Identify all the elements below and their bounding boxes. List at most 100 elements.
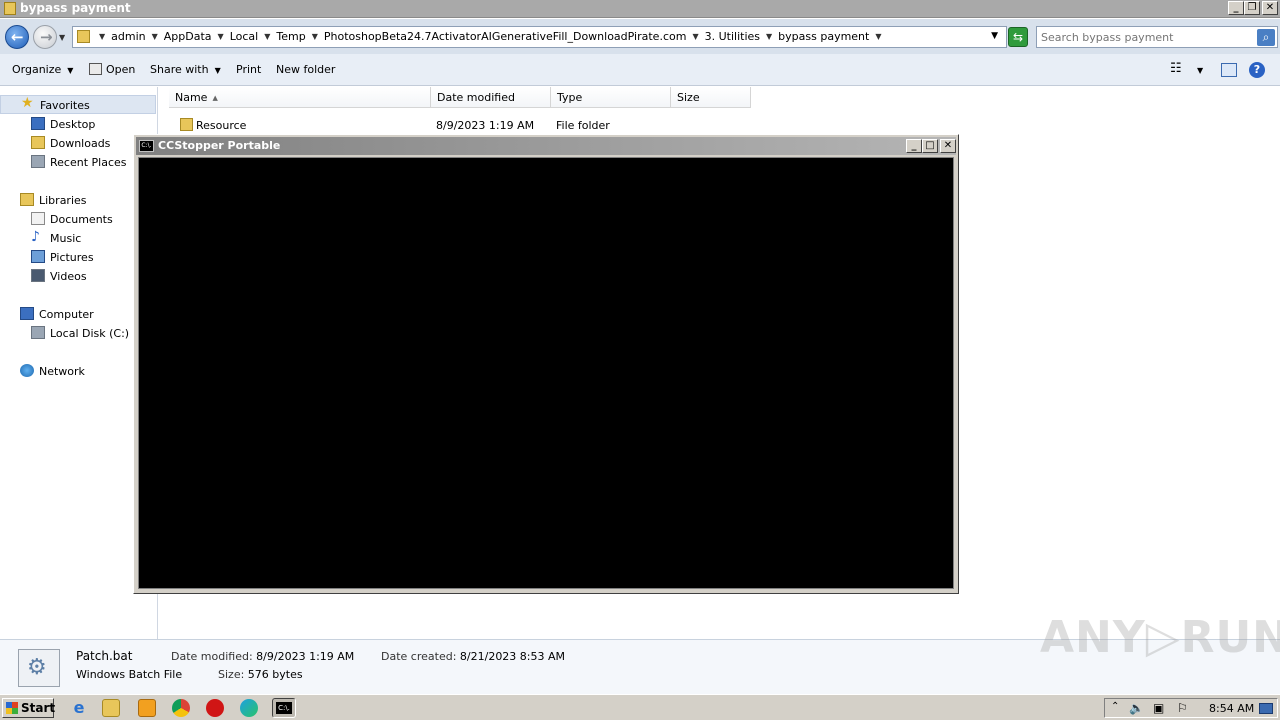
minimize-button[interactable]: _ <box>1228 1 1244 15</box>
back-button[interactable]: ← <box>5 25 29 49</box>
details-value: 576 bytes <box>247 668 303 681</box>
taskbar: Start e C:\. ⌃ 🔈 ▣ ⚐ 8:54 AM <box>0 694 1280 720</box>
chevron-down-icon[interactable]: ▼ <box>875 32 881 45</box>
forward-button[interactable]: → <box>33 25 57 49</box>
internet-explorer-icon[interactable]: e <box>70 699 88 717</box>
address-dropdown-icon[interactable]: ▼ <box>991 31 998 41</box>
back-arrow-icon: ← <box>11 28 24 46</box>
anyrun-watermark: ANY▷RUN <box>1040 612 1280 663</box>
help-icon[interactable]: ? <box>1249 62 1265 78</box>
close-button[interactable]: ✕ <box>1262 1 1278 15</box>
action-center-flag-icon[interactable]: ⚐ <box>1177 701 1188 715</box>
taskbar-console-button[interactable]: C:\. <box>272 698 296 718</box>
start-button[interactable]: Start <box>2 698 55 718</box>
chevron-down-icon[interactable]: ▼ <box>152 32 158 45</box>
nav-favorites[interactable]: ★ Favorites <box>0 95 156 114</box>
breadcrumb-photoshop[interactable]: PhotoshopBeta24.7ActivatorAIGenerativeFi… <box>324 30 687 43</box>
preview-pane-icon[interactable] <box>1221 63 1237 77</box>
details-value: 8/21/2023 8:53 AM <box>459 650 566 663</box>
clock[interactable]: 8:54 AM <box>1209 702 1254 715</box>
edge-icon[interactable] <box>240 699 258 717</box>
maximize-button[interactable]: ❐ <box>1244 1 1260 15</box>
file-explorer-icon[interactable] <box>102 699 120 717</box>
console-maximize-button[interactable]: □ <box>922 139 938 153</box>
refresh-button[interactable]: ⇆ <box>1008 27 1028 47</box>
address-box[interactable]: ▼ admin ▼ AppData ▼ Local ▼ Temp ▼ Photo… <box>72 26 1007 48</box>
open-label: Open <box>106 63 136 76</box>
breadcrumb-admin[interactable]: admin <box>111 30 145 43</box>
explorer-titlebar[interactable]: bypass payment _ ❐ ✕ <box>0 0 1280 18</box>
network-icon <box>20 364 34 377</box>
chevron-down-icon[interactable]: ▼ <box>264 32 270 45</box>
volume-icon[interactable]: 🔈 <box>1129 701 1144 715</box>
console-titlebar[interactable]: C:\. CCStopper Portable _ □ ✕ <box>136 137 956 155</box>
breadcrumb-utilities[interactable]: 3. Utilities <box>705 30 760 43</box>
show-desktop-icon[interactable] <box>1259 703 1273 714</box>
breadcrumb-bypass-payment[interactable]: bypass payment <box>778 30 869 43</box>
column-header-type[interactable]: Type <box>551 87 671 108</box>
details-label: Size: <box>218 668 245 681</box>
network-tray-icon[interactable]: ▣ <box>1153 701 1164 715</box>
column-header-name[interactable]: Name ▲ <box>169 87 431 108</box>
breadcrumb-local[interactable]: Local <box>230 30 259 43</box>
details-label: Date created: <box>381 650 457 663</box>
organize-label: Organize <box>12 63 62 76</box>
windows-logo-icon <box>6 702 18 714</box>
nav-label: Libraries <box>39 194 87 207</box>
address-bar-area: ← → ▼ ▼ admin ▼ AppData ▼ Local ▼ Temp ▼… <box>0 19 1280 54</box>
libraries-icon <box>20 193 34 206</box>
new-folder-button[interactable]: New folder <box>276 63 335 76</box>
view-options-icon[interactable]: ☷ <box>1170 61 1182 76</box>
media-player-icon[interactable] <box>138 699 156 717</box>
open-icon <box>89 63 102 75</box>
details-date-modified: Date modified: 8/9/2023 1:19 AM <box>171 650 354 663</box>
details-date-created: Date created: 8/21/2023 8:53 AM <box>381 650 565 663</box>
console-close-button[interactable]: ✕ <box>940 139 956 153</box>
chevron-down-icon[interactable]: ▼ <box>99 32 105 45</box>
open-button[interactable]: Open <box>89 63 135 76</box>
share-with-label: Share with <box>150 63 209 76</box>
chevron-down-icon[interactable]: ▼ <box>692 32 698 45</box>
gear-icon: ⚙ <box>27 655 47 680</box>
column-label: Name <box>175 91 208 104</box>
chrome-icon[interactable] <box>172 699 190 717</box>
nav-label: Favorites <box>40 99 90 112</box>
nav-label: Documents <box>50 213 113 226</box>
details-size: Size: 576 bytes <box>218 668 303 681</box>
chevron-down-icon: ▼ <box>67 66 74 75</box>
search-box[interactable]: ⌕ <box>1036 26 1278 48</box>
details-file-type: Windows Batch File <box>76 668 183 681</box>
nav-label: Local Disk (C:) <box>50 327 130 340</box>
share-with-button[interactable]: Share with ▼ <box>150 63 221 76</box>
search-input[interactable] <box>1041 29 1253 45</box>
column-header-size[interactable]: Size <box>671 87 751 108</box>
forward-arrow-icon: → <box>40 28 53 46</box>
column-header-date-modified[interactable]: Date modified <box>431 87 551 108</box>
print-button[interactable]: Print <box>236 63 261 76</box>
chevron-down-icon[interactable]: ▼ <box>218 32 224 45</box>
search-icon[interactable]: ⌕ <box>1257 29 1275 46</box>
breadcrumb-appdata[interactable]: AppData <box>164 30 212 43</box>
show-hidden-icons-icon[interactable]: ⌃ <box>1111 701 1119 712</box>
table-row[interactable]: Resource 8/9/2023 1:19 AM File folder <box>160 115 1280 135</box>
opera-icon[interactable] <box>206 699 224 717</box>
console-minimize-button[interactable]: _ <box>906 139 922 153</box>
downloads-folder-icon <box>31 136 45 149</box>
recent-pages-dropdown-icon[interactable]: ▼ <box>59 33 65 42</box>
recent-places-icon <box>31 155 45 168</box>
console-output[interactable] <box>138 157 954 589</box>
organize-button[interactable]: Organize ▼ <box>12 63 73 76</box>
chevron-down-icon[interactable]: ▼ <box>312 32 318 45</box>
nav-label: Desktop <box>50 118 96 131</box>
nav-label: Recent Places <box>50 156 127 169</box>
console-window[interactable]: C:\. CCStopper Portable _ □ ✕ <box>133 134 959 594</box>
folder-icon <box>4 2 16 15</box>
window-title: bypass payment <box>20 1 131 15</box>
breadcrumb-temp[interactable]: Temp <box>276 30 305 43</box>
nav-label: Downloads <box>50 137 111 150</box>
chevron-down-icon[interactable]: ▼ <box>766 32 772 45</box>
command-bar: Organize ▼ Open Share with ▼ Print New fol… <box>0 54 1280 86</box>
videos-icon <box>31 269 45 282</box>
view-dropdown-icon[interactable]: ▼ <box>1197 66 1203 75</box>
nav-label: Network <box>39 365 85 378</box>
